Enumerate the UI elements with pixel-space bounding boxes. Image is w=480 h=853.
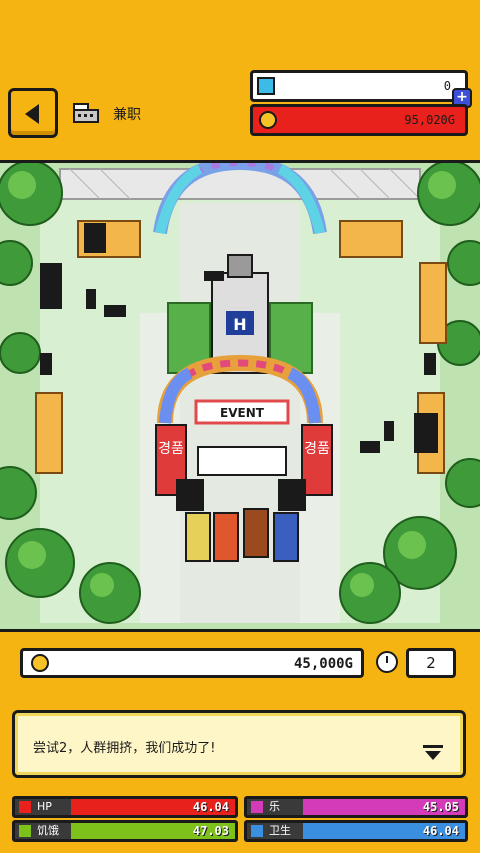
event-sign: EVENT (220, 406, 265, 420)
music-note-icon (251, 801, 263, 813)
job-label[interactable]: 兼职 (113, 104, 141, 124)
cash-register-icon (73, 103, 99, 123)
gold-count: 95,020G (404, 113, 455, 127)
money-bar: 45,000G (20, 648, 364, 678)
fun-bar: 乐 45.05 (244, 796, 468, 818)
gem-count: 0 (443, 79, 451, 93)
park-event-scene: H EVENT 경품 경품 (0, 163, 480, 629)
back-button[interactable] (8, 88, 58, 138)
hunger-bar-value: 47.03 (192, 824, 229, 838)
game-scene[interactable]: H EVENT 경품 경품 (0, 160, 480, 632)
hygiene-bar: 卫生 46.04 (244, 820, 468, 842)
dialog-next-dash (423, 745, 443, 748)
banner-right-text: 경품 (304, 441, 330, 457)
hp-bar: HP 46.04 (12, 796, 238, 818)
fun-bar-value: 45.05 (422, 800, 459, 814)
gem-bar: 0 (250, 70, 468, 102)
dialog-text: 尝试2，人群拥挤，我们成功了! (33, 741, 216, 756)
hp-bar-value: 46.04 (192, 800, 229, 814)
coin-icon (31, 654, 49, 672)
dialog-box[interactable]: 尝试2，人群拥挤，我们成功了! (12, 710, 466, 778)
dialog-next-icon[interactable] (425, 751, 441, 760)
shower-icon (251, 825, 263, 837)
timer-count: 2 (406, 648, 456, 678)
coin-icon (259, 111, 277, 129)
food-icon (19, 825, 31, 837)
back-arrow-icon (25, 104, 39, 124)
hunger-bar: 饥饿 47.03 (12, 820, 238, 842)
banner-left-text: 경품 (158, 441, 184, 457)
money-amount: 45,000G (293, 656, 353, 672)
statue-letter: H (233, 315, 246, 334)
gold-bar: 95,020G (250, 104, 468, 136)
heart-bolt-icon (19, 801, 31, 813)
hygiene-bar-value: 46.04 (422, 824, 459, 838)
gem-icon (257, 77, 275, 95)
timer-icon (376, 651, 398, 673)
